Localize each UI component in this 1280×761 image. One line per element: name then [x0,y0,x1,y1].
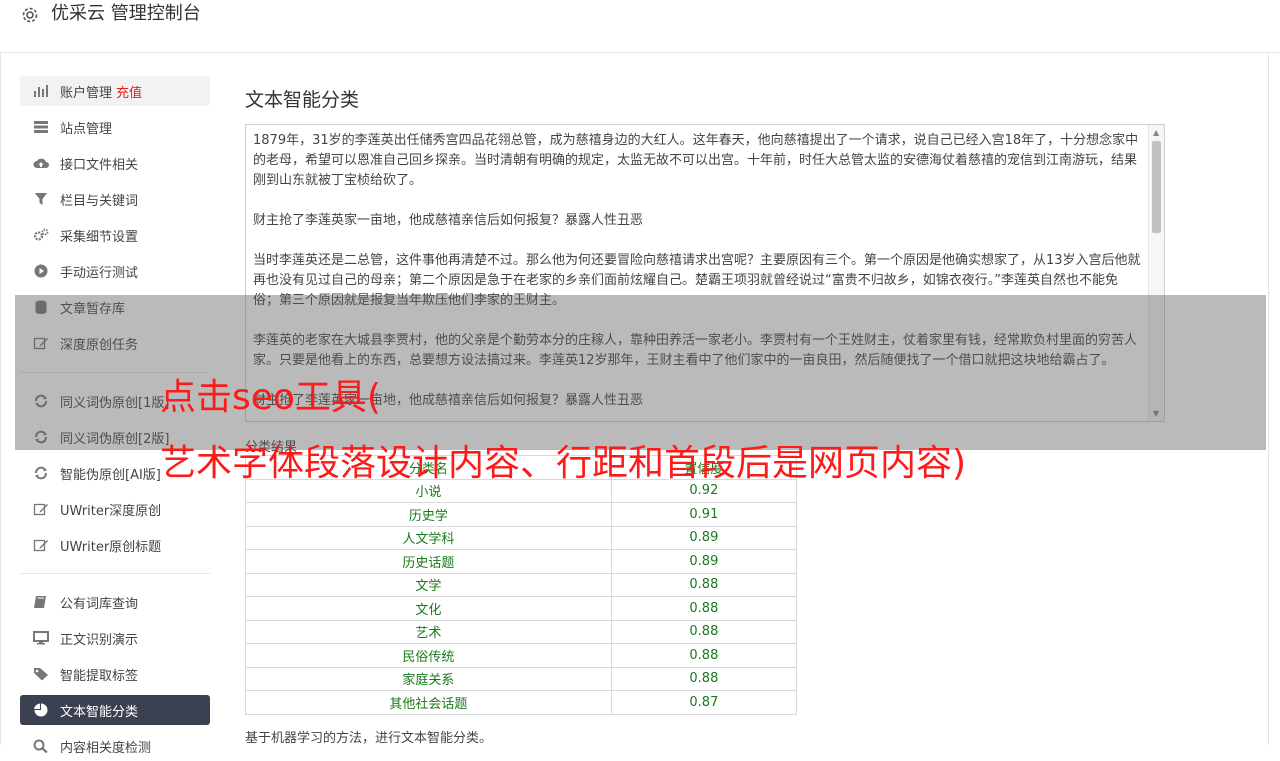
book-icon [32,594,50,610]
table-row: 家庭关系 0.88 [245,666,798,691]
app-title: 优采云 管理控制台 [51,3,201,24]
recharge-link[interactable]: 充值 [116,82,142,101]
category-cell: 人文学科 [245,525,612,550]
table-row: 历史学 0.91 [245,502,798,527]
confidence-cell: 0.88 [610,596,798,621]
confidence-cell: 0.89 [610,549,798,574]
table-row: 其他社会话题 0.87 [245,690,798,715]
category-cell: 艺术 [245,619,612,644]
table-row: 艺术 0.88 [245,619,798,644]
sidebar-item-label: 智能伪原创[AI版] [60,467,161,483]
confidence-cell: 0.89 [610,525,798,550]
server-icon [32,119,50,135]
cloud-upload-icon [32,155,50,171]
sidebar-item-account[interactable]: 账户管理 充值 [20,76,210,106]
filter-icon [32,191,50,207]
sidebar-item-text-recognition[interactable]: 正文识别演示 [20,623,210,653]
sidebar-item-label: 内容相关度检测 [60,740,152,756]
sidebar-item-manual-run[interactable]: 手动运行测试 [20,256,210,286]
sidebar-item-uwriter-title[interactable]: UWriter原创标题 [20,530,210,560]
top-bar: 优采云 管理控制台 [0,0,1280,53]
sidebar-item-label: 接口文件相关 [60,157,139,173]
category-cell: 其他社会话题 [245,690,612,715]
sidebar-item-label: 采集细节设置 [60,229,139,245]
bar-chart-icon [32,83,50,99]
table-row: 文学 0.88 [245,572,798,597]
sidebar-item-tag-extract[interactable]: 智能提取标签 [20,659,210,689]
category-cell: 民俗传统 [245,643,612,668]
edit-icon [32,537,50,553]
sidebar-item-relevance-check[interactable]: 内容相关度检测 [20,731,210,761]
table-row: 文化 0.88 [245,596,798,621]
promo-text-line-2: 艺术字体段落设计内容、行距和首段后是网页内容) [160,443,967,484]
method-footnote: 基于机器学习的方法，进行文本智能分类。 [245,731,493,746]
category-cell: 文化 [245,596,612,621]
scrollbar-thumb[interactable] [1152,141,1161,233]
confidence-cell: 0.88 [610,643,798,668]
frame-right-border [1268,0,1269,745]
sidebar-item-label: 智能提取标签 [60,668,139,684]
confidence-cell: 0.88 [610,619,798,644]
category-cell: 历史话题 [245,549,612,574]
confidence-cell: 0.91 [610,502,798,527]
gear-icon[interactable] [20,5,40,25]
confidence-cell: 0.88 [610,666,798,691]
play-circle-icon [32,263,50,279]
frame-left-border [0,0,1,745]
sidebar-item-sites[interactable]: 站点管理 [20,112,210,142]
sidebar-item-label: 文本智能分类 [60,704,139,720]
tag-icon [32,666,50,682]
sidebar-item-public-lexicon[interactable]: 公有词库查询 [20,587,210,617]
pie-chart-icon [32,702,50,718]
search-icon [32,738,50,754]
sidebar-item-label: 手动运行测试 [60,265,139,281]
monitor-icon [32,630,50,646]
table-row: 民俗传统 0.88 [245,643,798,668]
sidebar-item-label: UWriter深度原创 [60,503,162,519]
sidebar-item-columns-keywords[interactable]: 栏目与关键词 [20,184,210,214]
sidebar-divider [20,573,210,574]
scroll-up-arrow-icon[interactable]: ▲ [1153,128,1159,137]
sidebar-item-uwriter-deep[interactable]: UWriter深度原创 [20,494,210,524]
promo-text-line-1: 点击seo工具( [160,377,381,418]
edit-icon [32,501,50,517]
sidebar-item-label: 站点管理 [60,121,113,137]
confidence-cell: 0.87 [610,690,798,715]
sidebar-item-label: UWriter原创标题 [60,539,162,555]
sidebar-item-interface-files[interactable]: 接口文件相关 [20,148,210,178]
paragraph: 1879年，31岁的李莲英出任储秀宫四品花翎总管，成为慈禧身边的大红人。这年春天… [253,133,1139,188]
category-cell: 历史学 [245,502,612,527]
page-title: 文本智能分类 [245,89,360,111]
category-cell: 家庭关系 [245,666,612,691]
confidence-cell: 0.88 [610,572,798,597]
sidebar-item-collect-settings[interactable]: 采集细节设置 [20,220,210,250]
sidebar-item-label: 正文识别演示 [60,632,139,648]
paragraph: 财主抢了李莲英家一亩地，他成慈禧亲信后如何报复？暴露人性丑恶 [253,213,644,228]
table-row: 历史话题 0.89 [245,549,798,574]
gears-icon [32,227,50,243]
sidebar-item-label: 栏目与关键词 [60,193,139,209]
refresh-icon [32,465,50,481]
sidebar-item-text-classify[interactable]: 文本智能分类 [20,695,210,725]
table-row: 人文学科 0.89 [245,525,798,550]
classification-table: 分类名 置信度 小说 0.92 历史学 0.91 人文学科 0.89 历史话题 0.89… [245,455,798,715]
category-cell: 文学 [245,572,612,597]
sidebar-item-label: 账户管理 [60,85,113,101]
sidebar-item-label: 公有词库查询 [60,596,139,612]
